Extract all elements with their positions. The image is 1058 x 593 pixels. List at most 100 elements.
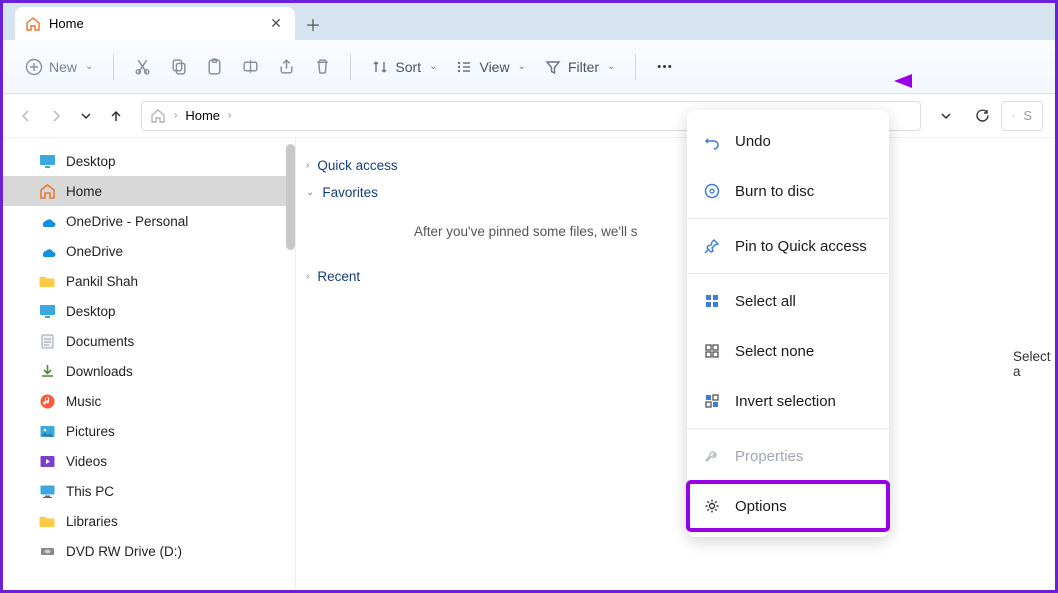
dropdown-button[interactable] bbox=[935, 105, 957, 127]
document-icon bbox=[38, 332, 56, 350]
menu-burn[interactable]: Burn to disc bbox=[687, 166, 889, 216]
section-label: Quick access bbox=[317, 158, 397, 173]
sidebar-item-pankil-shah[interactable]: Pankil Shah bbox=[3, 266, 295, 296]
onedrive-icon bbox=[38, 212, 56, 230]
close-icon[interactable]: ✕ bbox=[267, 15, 285, 32]
menu-options[interactable]: Options bbox=[687, 481, 889, 531]
sidebar: Desktop Home OneDrive - Personal OneDrive Pa… bbox=[3, 138, 296, 590]
separator bbox=[350, 54, 351, 80]
folder-icon bbox=[38, 272, 56, 290]
new-button[interactable]: New ⌄ bbox=[17, 52, 101, 82]
up-button[interactable] bbox=[105, 105, 127, 127]
sidebar-item-onedrive-personal[interactable]: OneDrive - Personal bbox=[3, 206, 295, 236]
menu-label: Pin to Quick access bbox=[735, 238, 867, 255]
back-button[interactable] bbox=[15, 105, 37, 127]
refresh-icon bbox=[974, 107, 991, 124]
sidebar-item-label: Pankil Shah bbox=[66, 274, 138, 289]
chevron-right-icon: › bbox=[306, 271, 309, 282]
tab-title: Home bbox=[49, 16, 84, 31]
delete-button[interactable] bbox=[306, 51, 338, 83]
menu-select-all[interactable]: Select all bbox=[687, 276, 889, 326]
sidebar-item-label: OneDrive - Personal bbox=[66, 214, 188, 229]
chevron-right-icon: › bbox=[228, 110, 231, 121]
wrench-icon bbox=[703, 447, 721, 465]
sidebar-item-desktop[interactable]: Desktop bbox=[3, 146, 295, 176]
thispc-icon bbox=[38, 482, 56, 500]
pin-icon bbox=[703, 237, 721, 255]
plus-circle-icon bbox=[25, 58, 43, 76]
scrollbar[interactable] bbox=[286, 144, 295, 250]
menu-label: Select none bbox=[735, 343, 814, 360]
sidebar-item-label: Documents bbox=[66, 334, 134, 349]
cut-icon bbox=[133, 57, 152, 76]
rename-button[interactable] bbox=[234, 51, 266, 83]
sidebar-item-label: Music bbox=[66, 394, 101, 409]
menu-select-none[interactable]: Select none bbox=[687, 326, 889, 376]
arrow-right-icon bbox=[48, 108, 64, 124]
chevron-down-icon: ⌄ bbox=[306, 187, 314, 198]
nav-bar: › Home › S bbox=[3, 94, 1055, 138]
section-recent[interactable]: › Recent bbox=[306, 263, 995, 290]
sidebar-item-label: DVD RW Drive (D:) bbox=[66, 544, 182, 559]
videos-icon bbox=[38, 452, 56, 470]
menu-label: Burn to disc bbox=[735, 183, 814, 200]
recent-locations-button[interactable] bbox=[75, 105, 97, 127]
sort-button[interactable]: Sort ⌄ bbox=[363, 52, 445, 82]
home-icon bbox=[25, 16, 41, 32]
sidebar-item-label: Downloads bbox=[66, 364, 133, 379]
cut-button[interactable] bbox=[126, 51, 158, 83]
share-button[interactable] bbox=[270, 51, 302, 83]
sidebar-item-music[interactable]: Music bbox=[3, 386, 295, 416]
desktop-blue-icon bbox=[38, 152, 56, 170]
forward-button[interactable] bbox=[45, 105, 67, 127]
menu-label: Undo bbox=[735, 133, 771, 150]
menu-properties: Properties bbox=[687, 431, 889, 481]
music-icon bbox=[38, 392, 56, 410]
context-menu: Undo Burn to disc Pin to Quick access Se… bbox=[687, 110, 889, 537]
folder-icon bbox=[38, 512, 56, 530]
filter-button[interactable]: Filter ⌄ bbox=[536, 52, 624, 82]
sidebar-item-dvd-rw-drive-d-[interactable]: DVD RW Drive (D:) bbox=[3, 536, 295, 566]
separator bbox=[113, 54, 114, 80]
dvd-icon bbox=[38, 542, 56, 560]
sidebar-item-label: Home bbox=[66, 184, 102, 199]
more-button[interactable] bbox=[648, 51, 680, 83]
sidebar-item-this-pc[interactable]: This PC bbox=[3, 476, 295, 506]
desktop-blue-icon bbox=[38, 302, 56, 320]
section-label: Recent bbox=[317, 269, 360, 284]
sidebar-item-downloads[interactable]: Downloads bbox=[3, 356, 295, 386]
favorites-empty-message: After you've pinned some files, we'll s bbox=[306, 206, 995, 239]
sort-label: Sort bbox=[395, 59, 421, 75]
sidebar-item-label: Desktop bbox=[66, 154, 116, 169]
select-all-icon bbox=[703, 292, 721, 310]
sidebar-item-videos[interactable]: Videos bbox=[3, 446, 295, 476]
arrow-up-icon bbox=[108, 108, 124, 124]
section-quick-access[interactable]: ›Quick access bbox=[306, 152, 995, 179]
chevron-down-icon: ⌄ bbox=[85, 61, 93, 72]
section-favorites[interactable]: ⌄Favorites bbox=[306, 179, 995, 206]
view-button[interactable]: View ⌄ bbox=[447, 52, 533, 82]
sidebar-item-home[interactable]: Home bbox=[3, 176, 295, 206]
refresh-button[interactable] bbox=[971, 105, 993, 127]
menu-undo[interactable]: Undo bbox=[687, 116, 889, 166]
breadcrumb-item[interactable]: Home bbox=[185, 108, 220, 123]
copy-button[interactable] bbox=[162, 51, 194, 83]
sidebar-item-documents[interactable]: Documents bbox=[3, 326, 295, 356]
new-tab-button[interactable]: ＋ bbox=[295, 7, 331, 40]
view-icon bbox=[455, 58, 473, 76]
tab-home[interactable]: Home ✕ bbox=[15, 7, 295, 40]
sidebar-item-desktop[interactable]: Desktop bbox=[3, 296, 295, 326]
menu-pin[interactable]: Pin to Quick access bbox=[687, 221, 889, 271]
tabs-bar: Home ✕ ＋ bbox=[3, 3, 1055, 40]
menu-invert-selection[interactable]: Invert selection bbox=[687, 376, 889, 426]
sidebar-item-libraries[interactable]: Libraries bbox=[3, 506, 295, 536]
sidebar-item-onedrive[interactable]: OneDrive bbox=[3, 236, 295, 266]
more-icon bbox=[655, 57, 674, 76]
sidebar-item-pictures[interactable]: Pictures bbox=[3, 416, 295, 446]
search-input[interactable]: S bbox=[1001, 101, 1043, 131]
invert-icon bbox=[703, 392, 721, 410]
filter-icon bbox=[544, 58, 562, 76]
menu-label: Invert selection bbox=[735, 393, 836, 410]
paste-button[interactable] bbox=[198, 51, 230, 83]
search-icon bbox=[1012, 109, 1015, 123]
